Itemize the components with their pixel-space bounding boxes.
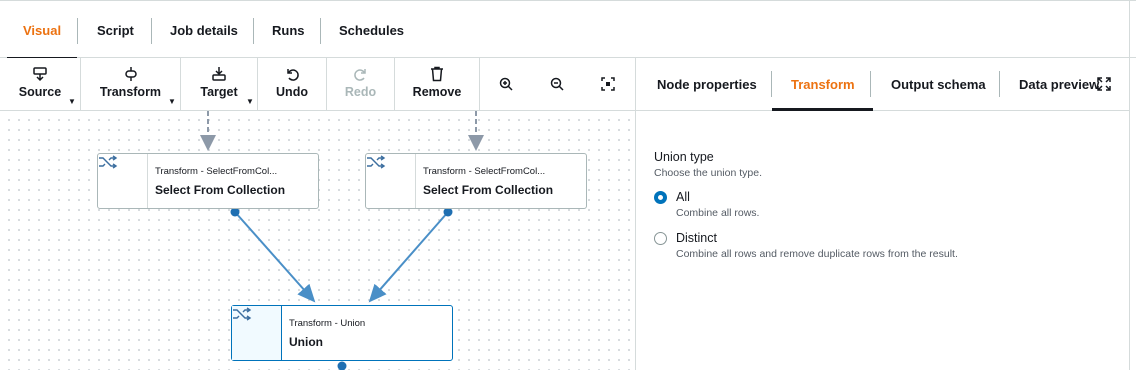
node-subtitle: Transform - SelectFromCol... <box>155 166 278 177</box>
radio-unchecked[interactable] <box>654 232 667 245</box>
tab-job-details[interactable]: Job details <box>170 1 238 59</box>
radio-option-all[interactable]: All Combine all rows. <box>654 190 1114 222</box>
glue-studio-editor: Visual Script Job details Runs Schedules… <box>0 0 1136 370</box>
caret-down-icon: ▼ <box>68 97 76 106</box>
tab-divider <box>870 71 871 97</box>
node-union[interactable]: Transform - Union Union <box>231 305 453 361</box>
tab-divider <box>151 18 152 44</box>
node-subtitle: Transform - SelectFromCol... <box>423 166 546 177</box>
tab-divider <box>77 18 78 44</box>
radio-description: Combine all rows and remove duplicate ro… <box>676 248 958 260</box>
node-title: Select From Collection <box>155 183 286 197</box>
fit-to-screen-button[interactable] <box>593 58 623 110</box>
edge-to-union <box>368 211 449 303</box>
expand-icon[interactable] <box>1097 77 1111 91</box>
tab-schedules[interactable]: Schedules <box>339 1 404 59</box>
node-select-from-collection-2[interactable]: Transform - SelectFromCol... Select From… <box>365 153 587 209</box>
tab-node-properties[interactable]: Node properties <box>657 58 757 110</box>
zoom-in-icon <box>491 77 521 93</box>
remove-button[interactable]: Remove <box>395 58 479 110</box>
remove-label: Remove <box>412 85 462 99</box>
redo-button[interactable]: Redo <box>327 58 394 110</box>
shuffle-icon <box>98 154 148 208</box>
shuffle-icon <box>366 154 416 208</box>
toolbar-divider <box>479 58 480 110</box>
tab-divider <box>253 18 254 44</box>
union-type-form: Union type Choose the union type. All Co… <box>654 150 1124 260</box>
tab-output-schema[interactable]: Output schema <box>891 58 986 110</box>
source-icon <box>0 66 80 82</box>
transform-icon <box>81 66 180 82</box>
zoom-out-icon <box>542 77 572 93</box>
radio-option-distinct[interactable]: Distinct Combine all rows and remove dup… <box>654 231 1114 263</box>
graph-canvas[interactable]: Transform - SelectFromCol... Select From… <box>0 111 636 370</box>
shuffle-icon <box>232 306 282 360</box>
union-type-description: Choose the union type. <box>654 167 762 179</box>
caret-down-icon: ▼ <box>168 97 176 106</box>
undo-icon <box>258 66 326 82</box>
redo-icon <box>327 66 394 82</box>
node-subtitle: Transform - Union <box>289 318 366 329</box>
tab-divider <box>771 71 772 97</box>
caret-down-icon: ▼ <box>246 97 254 106</box>
target-icon <box>181 66 257 82</box>
node-panel-tabs: Node properties Transform Output schema … <box>636 58 1129 111</box>
zoom-in-button[interactable] <box>491 58 521 110</box>
radio-label: All <box>676 190 690 204</box>
tab-runs[interactable]: Runs <box>272 1 305 59</box>
node-title: Union <box>289 335 323 349</box>
union-type-label: Union type <box>654 150 714 164</box>
fit-to-screen-icon <box>593 77 623 93</box>
node-select-from-collection-1[interactable]: Transform - SelectFromCol... Select From… <box>97 153 319 209</box>
tab-visual[interactable]: Visual <box>6 1 78 60</box>
radio-checked[interactable] <box>654 191 667 204</box>
radio-description: Combine all rows. <box>676 207 760 219</box>
edge-to-union <box>234 211 316 303</box>
right-border <box>1129 0 1130 370</box>
radio-label: Distinct <box>676 231 717 245</box>
canvas-toolbar: Source ▼ Transform ▼ Target ▼ Undo Redo … <box>0 58 636 111</box>
redo-label: Redo <box>344 85 377 99</box>
undo-button[interactable]: Undo <box>258 58 326 110</box>
node-title: Select From Collection <box>423 183 554 197</box>
tab-script[interactable]: Script <box>97 1 134 59</box>
top-tab-bar: Visual Script Job details Runs Schedules <box>0 0 1136 60</box>
tab-divider <box>999 71 1000 97</box>
trash-icon <box>395 66 479 82</box>
tab-divider <box>320 18 321 44</box>
transform-label: Transform <box>99 85 162 99</box>
output-port[interactable] <box>337 361 347 370</box>
undo-label: Undo <box>276 85 308 99</box>
tab-data-preview[interactable]: Data preview <box>1019 58 1099 110</box>
zoom-out-button[interactable] <box>542 58 572 110</box>
transform-button[interactable]: Transform <box>81 58 180 110</box>
tab-transform[interactable]: Transform <box>772 58 873 111</box>
